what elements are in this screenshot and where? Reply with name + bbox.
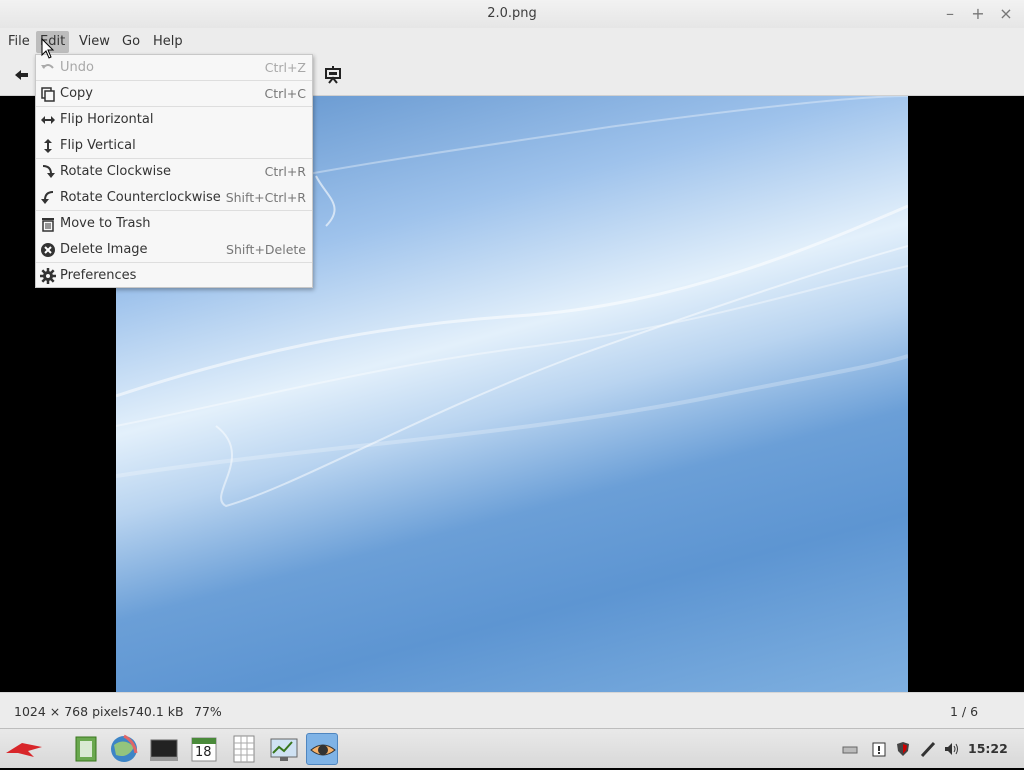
menu-item-flip-vertical[interactable]: Flip Vertical xyxy=(36,133,312,159)
rotate-counterclockwise-icon xyxy=(40,190,56,206)
flip-vertical-icon xyxy=(40,138,56,154)
maximize-button[interactable]: + xyxy=(968,4,988,24)
back-arrow-icon[interactable] xyxy=(12,65,32,85)
status-bar: 1024 × 768 pixels 740.1 kB 77% 1 / 6 xyxy=(0,692,1024,728)
system-monitor-icon[interactable] xyxy=(268,733,300,765)
image-position: 1 / 6 xyxy=(950,704,979,719)
image-dimensions: 1024 × 768 pixels xyxy=(14,704,129,719)
copy-icon xyxy=(40,86,56,102)
menu-help[interactable]: Help xyxy=(149,31,187,53)
calendar-day: 18 xyxy=(195,745,212,760)
title-bar: 2.0.png – + × xyxy=(0,0,1024,28)
menu-item-delete-image[interactable]: Delete Image Shift+Delete xyxy=(36,237,312,263)
file-manager-icon[interactable] xyxy=(70,733,102,765)
browser-icon[interactable] xyxy=(108,733,140,765)
drive-icon[interactable] xyxy=(842,741,858,757)
calendar-icon[interactable]: 18 xyxy=(188,733,220,765)
file-size: 740.1 kB xyxy=(128,704,184,719)
slideshow-icon[interactable] xyxy=(323,65,343,85)
close-button[interactable]: × xyxy=(996,4,1016,24)
minimize-button[interactable]: – xyxy=(940,4,960,24)
terminal-icon[interactable] xyxy=(148,733,180,765)
menu-item-rotate-clockwise[interactable]: Rotate Clockwise Ctrl+R xyxy=(36,159,312,185)
edit-menu: Undo Ctrl+Z Copy Ctrl+C Flip Horizontal … xyxy=(35,54,313,288)
menu-item-move-to-trash[interactable]: Move to Trash xyxy=(36,211,312,237)
trash-icon xyxy=(40,216,56,232)
volume-icon[interactable] xyxy=(944,741,960,757)
clipboard-alert-icon[interactable] xyxy=(871,741,887,757)
clock[interactable]: 15:22 xyxy=(968,741,1008,756)
start-menu-icon[interactable] xyxy=(4,737,44,761)
taskbar: 18 15:22 xyxy=(0,728,1024,768)
menu-item-flip-horizontal[interactable]: Flip Horizontal xyxy=(36,107,312,133)
rotate-clockwise-icon xyxy=(40,164,56,180)
shield-icon[interactable] xyxy=(895,741,911,757)
menu-file[interactable]: File xyxy=(4,31,34,53)
menu-go[interactable]: Go xyxy=(118,31,144,53)
spreadsheet-icon[interactable] xyxy=(228,733,260,765)
menu-item-undo[interactable]: Undo Ctrl+Z xyxy=(36,55,312,81)
network-icon[interactable] xyxy=(920,741,936,758)
zoom-level: 77% xyxy=(194,704,222,719)
menu-view[interactable]: View xyxy=(75,31,114,53)
menu-item-copy[interactable]: Copy Ctrl+C xyxy=(36,81,312,107)
menu-bar: File Edit View Go Help xyxy=(0,28,1024,54)
flip-horizontal-icon xyxy=(40,112,56,128)
window-title: 2.0.png xyxy=(487,6,537,21)
undo-icon xyxy=(40,60,56,76)
menu-item-rotate-counterclockwise[interactable]: Rotate Counterclockwise Shift+Ctrl+R xyxy=(36,185,312,211)
gear-icon xyxy=(40,268,56,284)
mouse-cursor xyxy=(41,37,55,60)
delete-icon xyxy=(40,242,56,258)
menu-item-preferences[interactable]: Preferences xyxy=(36,263,312,289)
image-viewer-icon[interactable] xyxy=(306,733,338,765)
